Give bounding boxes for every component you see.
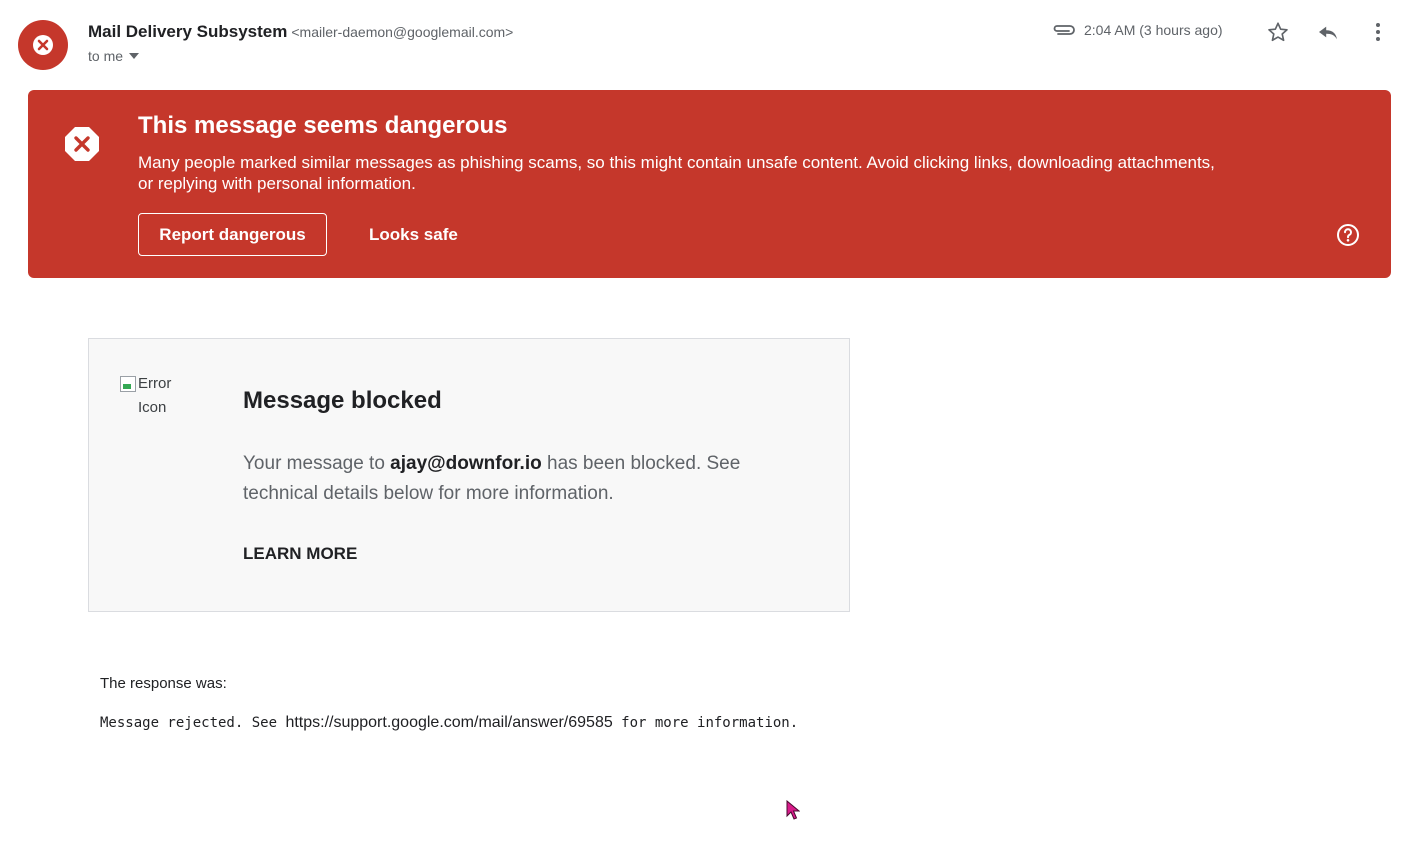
sender-name[interactable]: Mail Delivery Subsystem <mailer-daemon@go… [88, 22, 513, 42]
banner-text: Many people marked similar messages as p… [138, 153, 1215, 193]
star-button[interactable] [1264, 18, 1292, 46]
sender-name-text: Mail Delivery Subsystem [88, 22, 288, 41]
reply-icon [1319, 26, 1337, 40]
more-options-button[interactable] [1364, 18, 1392, 46]
response-text: Message rejected. See https://support.go… [100, 714, 798, 732]
card-text: Your message to ajay@downfor.io has been… [243, 449, 783, 509]
broken-error-image: Error Icon [120, 372, 190, 420]
danger-warning-banner: This message seems dangerous Many people… [28, 90, 1391, 278]
card-title: Message blocked [243, 387, 442, 414]
recipient-details-toggle[interactable]: to me [88, 48, 140, 64]
recipient-email: ajay@downfor.io [390, 453, 542, 474]
caret-down-icon [129, 53, 140, 59]
report-dangerous-button[interactable]: Report dangerous [138, 213, 327, 256]
broken-image-alt: Error Icon [138, 375, 172, 416]
looks-safe-button[interactable]: Looks safe [358, 213, 469, 256]
broken-image-icon [120, 376, 136, 392]
banner-title: This message seems dangerous [138, 112, 508, 139]
reply-button[interactable] [1314, 18, 1342, 46]
sender-email: <mailer-daemon@googlemail.com> [291, 24, 514, 40]
response-text-before: Message rejected. See [100, 715, 286, 731]
message-blocked-card: Error Icon Message blocked Your message … [88, 338, 850, 612]
sender-avatar[interactable] [18, 20, 68, 70]
mouse-cursor-icon [786, 800, 800, 820]
learn-more-link[interactable]: LEARN MORE [243, 544, 357, 564]
help-icon[interactable] [1336, 223, 1360, 247]
more-vert-icon [1376, 23, 1380, 41]
support-link[interactable]: https://support.google.com/mail/answer/6… [285, 714, 612, 731]
error-x-icon [65, 127, 99, 161]
card-text-before: Your message to [243, 453, 391, 474]
paperclip-icon [1053, 25, 1075, 35]
error-x-icon [33, 35, 53, 55]
message-time: 2:04 AM (3 hours ago) [1052, 22, 1223, 38]
response-text-after: for more information. [612, 715, 799, 731]
time-text: 2:04 AM (3 hours ago) [1084, 22, 1223, 38]
star-icon [1268, 22, 1288, 42]
to-me-label: to me [88, 48, 124, 64]
response-label: The response was: [100, 675, 227, 692]
